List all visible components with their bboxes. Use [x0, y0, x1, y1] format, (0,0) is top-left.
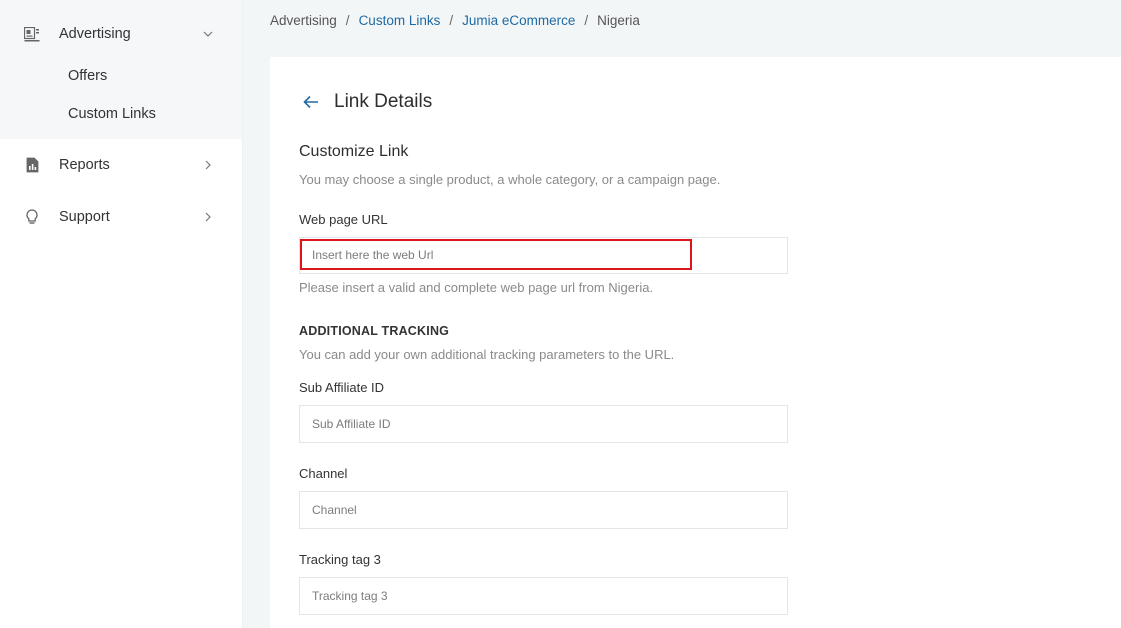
chevron-down-icon [202, 28, 214, 40]
breadcrumb: Advertising / Custom Links / Jumia eComm… [270, 13, 640, 28]
sidebar-item-reports[interactable]: Reports [0, 139, 242, 191]
lightbulb-icon [24, 209, 40, 225]
channel-label: Channel [299, 466, 348, 481]
sidebar-item-label: Support [59, 209, 110, 225]
web-page-url-label: Web page URL [299, 212, 388, 227]
sidebar-item-label: Reports [59, 157, 110, 173]
web-page-url-hint: Please insert a valid and complete web p… [299, 280, 654, 295]
sidebar-item-label: Advertising [59, 26, 131, 42]
sidebar: Advertising Offers Custom Links Reports [0, 0, 243, 628]
breadcrumb-separator: / [449, 13, 454, 28]
breadcrumb-separator: / [345, 13, 350, 28]
advertising-icon [24, 26, 40, 42]
main-content: Advertising / Custom Links / Jumia eComm… [243, 0, 1121, 628]
customize-link-title: Customize Link [299, 143, 409, 160]
chevron-right-icon [202, 211, 214, 223]
channel-input[interactable] [299, 491, 788, 529]
breadcrumb-item-advertising: Advertising [270, 13, 337, 28]
sub-affiliate-id-label: Sub Affiliate ID [299, 380, 385, 395]
breadcrumb-link-custom-links[interactable]: Custom Links [359, 13, 441, 28]
sub-affiliate-id-input[interactable] [299, 405, 788, 443]
customize-link-subtitle: You may choose a single product, a whole… [299, 172, 721, 187]
sidebar-subitem-custom-links[interactable]: Custom Links [0, 95, 242, 133]
breadcrumb-link-jumia-ecommerce[interactable]: Jumia eCommerce [462, 13, 575, 28]
additional-tracking-subtitle: You can add your own additional tracking… [299, 347, 675, 362]
link-details-card: Link Details Customize Link You may choo… [270, 57, 1121, 628]
sidebar-item-support[interactable]: Support [0, 191, 242, 243]
page-header: Link Details [302, 91, 432, 113]
page-title: Link Details [334, 91, 433, 112]
tracking-tag-3-label: Tracking tag 3 [299, 552, 381, 567]
tracking-tag-3-input[interactable] [299, 577, 788, 615]
chevron-right-icon [202, 159, 214, 171]
arrow-left-icon[interactable] [302, 93, 320, 111]
breadcrumb-item-nigeria: Nigeria [597, 13, 640, 28]
additional-tracking-title: ADDITIONAL TRACKING [299, 324, 450, 338]
sidebar-item-advertising[interactable]: Advertising [0, 0, 242, 68]
sidebar-group-advertising: Advertising Offers Custom Links [0, 0, 242, 139]
breadcrumb-separator: / [584, 13, 589, 28]
reports-icon [24, 157, 40, 173]
web-page-url-input[interactable] [300, 239, 692, 270]
